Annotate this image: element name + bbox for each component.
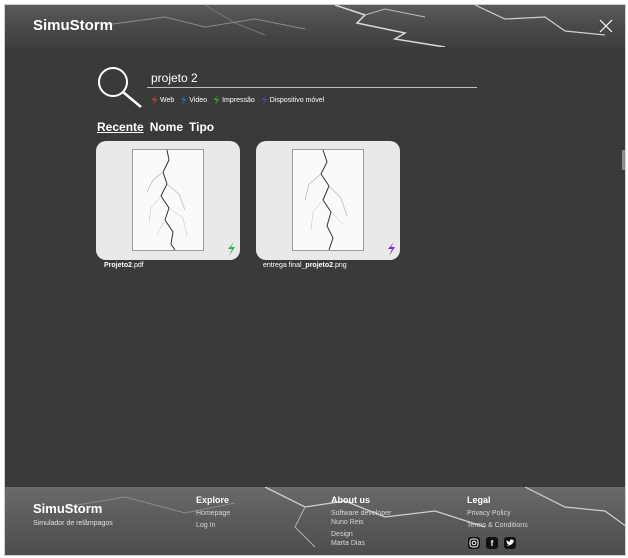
instagram-icon[interactable]	[468, 537, 480, 549]
filter-web[interactable]: Web	[151, 95, 174, 105]
file-thumbnail	[132, 149, 204, 251]
tab-nome[interactable]: Nome	[150, 120, 183, 134]
footer-about: About us Software developer Nuno Reis De…	[331, 495, 391, 548]
filter-label: Video	[189, 96, 208, 104]
lightning-icon	[152, 95, 157, 105]
footer-heading: Explore	[196, 495, 230, 505]
filter-dispositivo-movel[interactable]: Dispositivo móvel	[261, 95, 324, 105]
login-link[interactable]: Log In	[196, 521, 230, 530]
app-window: SimuStorm Web Video Impressão	[4, 4, 626, 556]
filter-impressao[interactable]: Impressão	[213, 95, 255, 105]
close-icon	[599, 19, 613, 33]
credit-name: Marta Dias	[331, 540, 365, 547]
credit-role: Design	[331, 531, 353, 538]
lightning-icon	[228, 242, 235, 256]
filter-label: Web	[160, 96, 175, 104]
file-card-projeto2-png[interactable]	[256, 141, 400, 260]
search-icon[interactable]	[95, 65, 145, 111]
lightning-preview-image	[146, 149, 188, 251]
lightning-icon	[388, 242, 395, 256]
tab-tipo[interactable]: Tipo	[189, 120, 214, 134]
search-area: Web Video Impressão Dispositivo móvel	[95, 65, 485, 111]
close-button[interactable]	[597, 17, 615, 35]
social-links: f	[468, 537, 516, 549]
file-name: entrega final_projeto2.png	[263, 262, 347, 269]
file-name: Projeto2.pdf	[104, 262, 144, 269]
twitter-icon[interactable]	[504, 537, 516, 549]
credit-role: Software developer	[331, 510, 392, 517]
lightning-icon	[181, 95, 187, 105]
filter-label: Impressão	[222, 96, 255, 104]
facebook-icon[interactable]: f	[486, 537, 498, 549]
terms-link[interactable]: Terms & Conditions	[467, 521, 528, 530]
filter-list: Web Video Impressão Dispositivo móvel	[151, 95, 324, 105]
lightning-icon	[214, 95, 220, 105]
footer-brand: SimuStorm	[33, 501, 103, 516]
footer-legal: Legal Privacy Policy Terms & Conditions	[467, 495, 528, 530]
search-input[interactable]	[147, 69, 477, 88]
filter-video[interactable]: Video	[180, 95, 207, 105]
lightning-preview-image	[304, 149, 348, 251]
file-card-projeto2-pdf[interactable]	[96, 141, 240, 260]
tab-recente[interactable]: Recente	[97, 120, 144, 134]
footer-explore: Explore Homepage Log In	[196, 495, 230, 530]
homepage-link[interactable]: Homepage	[196, 509, 230, 518]
footer-tagline: Simulador de relâmpagos	[33, 520, 113, 527]
footer: SimuStorm Simulador de relâmpagos Explor…	[5, 487, 625, 555]
file-thumbnail	[292, 149, 364, 251]
credit-name: Nuno Reis	[331, 519, 364, 526]
lightning-icon	[261, 95, 267, 105]
sort-tabs: Recente Nome Tipo	[97, 120, 214, 134]
brand-logo[interactable]: SimuStorm	[33, 17, 113, 34]
footer-heading: About us	[331, 495, 370, 505]
header: SimuStorm	[5, 5, 625, 47]
privacy-link[interactable]: Privacy Policy	[467, 509, 528, 518]
filter-label: Dispositivo móvel	[269, 96, 325, 104]
footer-heading: Legal	[467, 495, 491, 505]
scrollbar[interactable]	[622, 150, 625, 170]
